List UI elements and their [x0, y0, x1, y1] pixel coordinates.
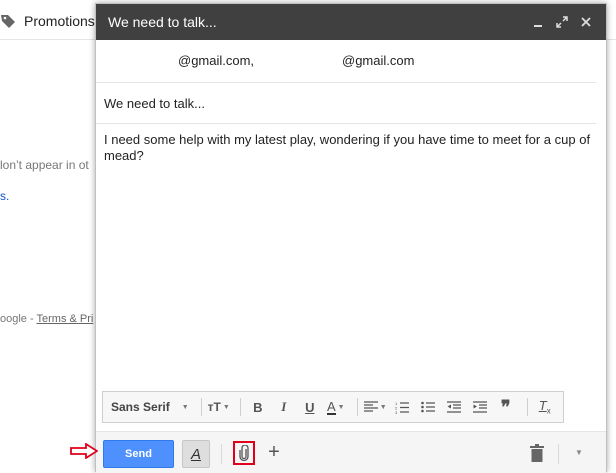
chevron-down-icon: ▼	[222, 403, 230, 411]
chevron-down-icon: ▼	[575, 448, 583, 457]
align-button[interactable]: ▼	[363, 395, 387, 419]
subject-text: We need to talk...	[104, 95, 205, 111]
paperclip-icon	[239, 445, 249, 461]
send-button[interactable]: Send	[103, 440, 174, 468]
more-options-button[interactable]: ▼	[575, 448, 583, 457]
italic-button[interactable]: I	[273, 395, 295, 419]
footer-text: oogle -	[0, 313, 37, 325]
action-bar-divider	[558, 444, 559, 464]
trash-icon	[530, 444, 544, 462]
indent-less-button[interactable]	[443, 395, 465, 419]
toolbar-divider	[356, 398, 358, 416]
font-family-select[interactable]: Sans Serif ▼	[111, 400, 189, 414]
promotions-tab[interactable]: Promotions	[0, 7, 95, 35]
indent-less-icon	[446, 401, 461, 413]
discard-draft-button[interactable]	[530, 444, 544, 462]
bulleted-list-icon	[420, 401, 435, 413]
close-button[interactable]	[574, 10, 598, 34]
message-body[interactable]: I need some help with my latest play, wo…	[104, 132, 600, 164]
text-size-icon: ᴛT	[207, 400, 221, 414]
attach-files-button[interactable]	[233, 441, 255, 465]
full-screen-button[interactable]	[550, 10, 574, 34]
indent-more-button[interactable]	[469, 395, 491, 419]
compose-action-bar: Send A + ▼	[96, 431, 606, 473]
chevron-down-icon: ▼	[181, 403, 189, 411]
underline-button[interactable]: U	[299, 395, 321, 419]
clear-format-icon: Tx	[538, 398, 551, 416]
quote-button[interactable]: ❞	[495, 395, 517, 419]
toolbar-divider	[526, 398, 528, 416]
minimize-button[interactable]	[526, 10, 550, 34]
bulleted-list-button[interactable]	[417, 395, 439, 419]
annotation-arrow-icon	[70, 443, 98, 459]
svg-text:3: 3	[395, 410, 398, 414]
compose-window: We need to talk... @gmail.com, @gmail.co…	[95, 3, 607, 473]
numbered-list-button[interactable]: 123	[391, 395, 413, 419]
chevron-down-icon: ▼	[337, 403, 345, 411]
font-size-button[interactable]: ᴛT ▼	[208, 395, 230, 419]
text-color-icon: A	[326, 398, 336, 415]
more-insert-options-button[interactable]: +	[264, 442, 284, 462]
format-text-icon: A	[190, 445, 201, 463]
compose-title: We need to talk...	[108, 14, 217, 30]
underline-icon: U	[305, 399, 315, 415]
numbered-list-icon: 123	[395, 401, 409, 414]
subject-field[interactable]: We need to talk...	[96, 83, 596, 124]
text-color-button[interactable]: A ▼	[325, 395, 347, 419]
tag-icon	[0, 13, 16, 29]
font-family-label: Sans Serif	[111, 400, 170, 414]
quote-icon: ❞	[500, 397, 511, 417]
indent-more-icon	[472, 401, 487, 413]
minimize-icon	[534, 25, 542, 27]
italic-icon: I	[281, 399, 287, 414]
formatting-options-button[interactable]: A	[182, 440, 210, 468]
promotions-tab-label: Promotions	[24, 13, 95, 29]
recipients-field[interactable]: @gmail.com, @gmail.com	[96, 40, 596, 83]
chevron-down-icon: ▼	[379, 403, 387, 411]
background-link-partial[interactable]: s.	[0, 189, 9, 203]
terms-link[interactable]: Terms & Pri	[37, 313, 94, 325]
bold-icon: B	[253, 399, 263, 415]
compose-header: We need to talk...	[96, 4, 606, 40]
toolbar-divider	[239, 398, 241, 416]
formatting-toolbar: Sans Serif ▼ ᴛT ▼ B I U A ▼ ▼ 123 ❞ Tx	[102, 391, 564, 423]
remove-formatting-button[interactable]: Tx	[534, 395, 556, 419]
footer: oogle - Terms & Pri	[0, 313, 93, 325]
close-icon	[581, 17, 591, 27]
recipient-chip[interactable]: @gmail.com	[342, 53, 414, 68]
expand-icon	[556, 16, 568, 28]
action-bar-divider	[221, 444, 222, 464]
plus-icon: +	[268, 441, 280, 463]
align-left-icon	[363, 401, 378, 412]
recipient-chip[interactable]: @gmail.com,	[178, 53, 254, 68]
toolbar-divider	[200, 398, 202, 416]
background-text-partial: lon’t appear in ot	[0, 158, 89, 172]
bold-button[interactable]: B	[247, 395, 269, 419]
